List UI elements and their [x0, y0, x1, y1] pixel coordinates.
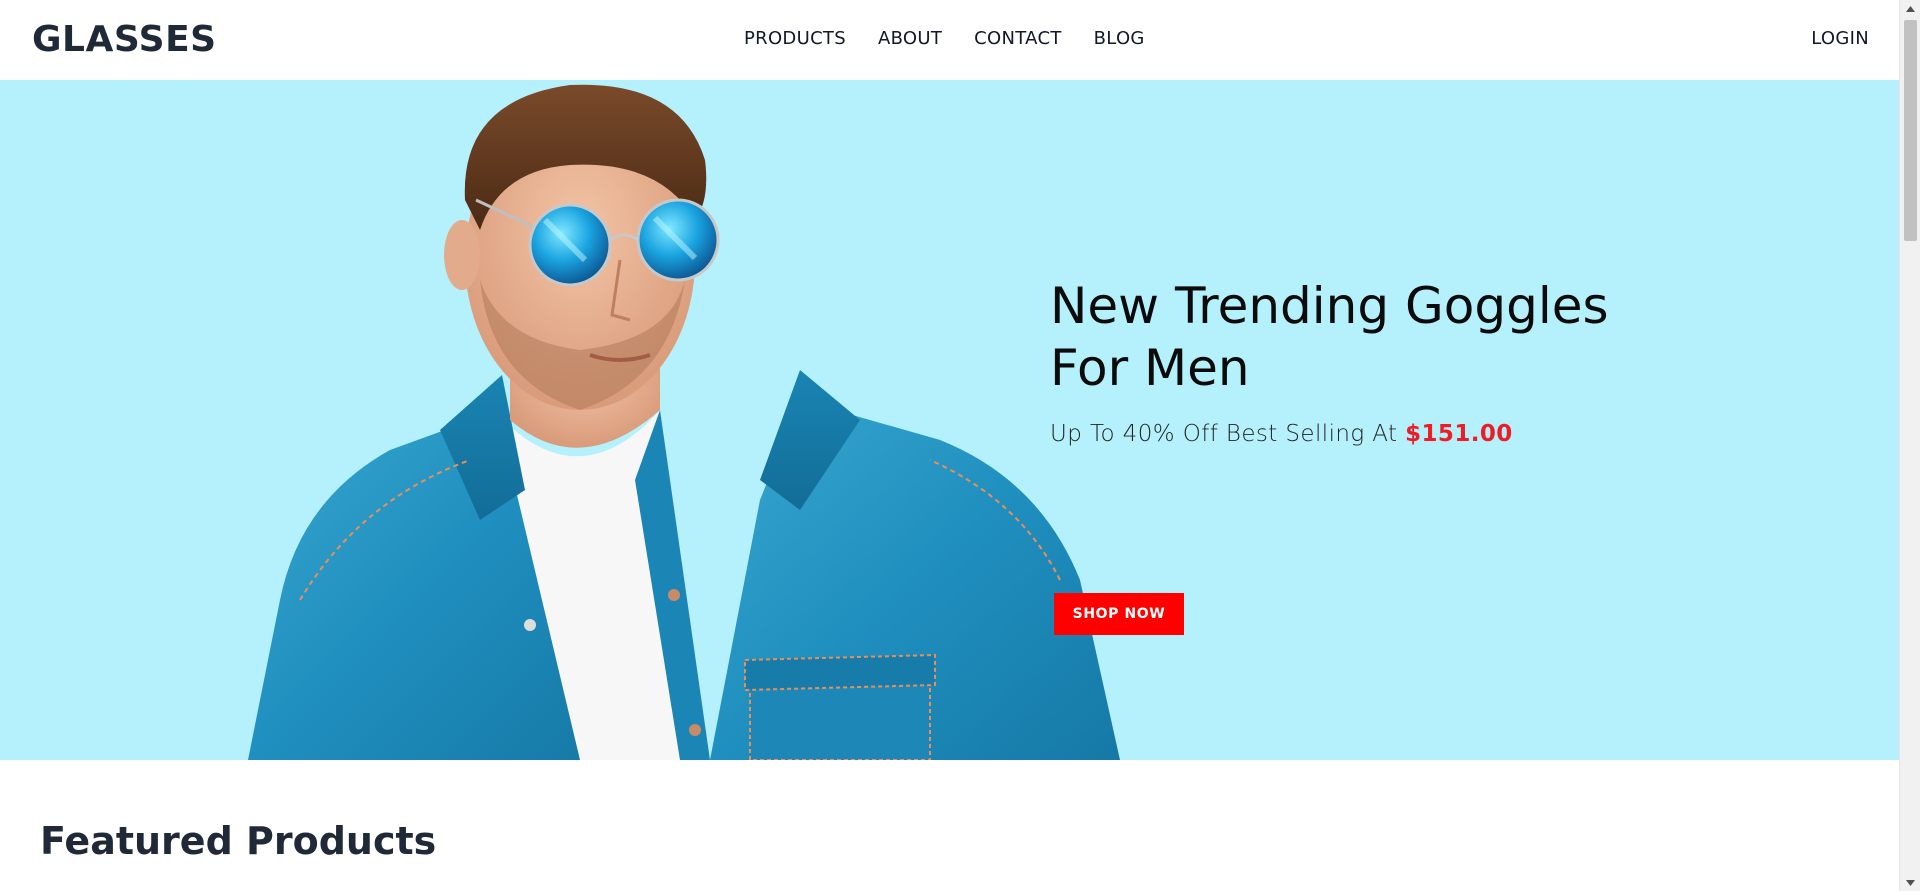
featured-products-heading: Featured Products — [40, 819, 437, 863]
hero-banner: New Trending Goggles For Men Up To 40% O… — [0, 80, 1899, 760]
page-content: GLASSES PRODUCTS ABOUT CONTACT BLOG LOGI… — [0, 0, 1899, 891]
hero-title-line-2: For Men — [1050, 339, 1250, 397]
nav-item-blog[interactable]: BLOG — [1094, 27, 1145, 51]
vertical-scrollbar[interactable] — [1899, 0, 1920, 891]
hero-subtitle-text: Up To 40% Off Best Selling At — [1050, 421, 1398, 447]
scrollbar-thumb[interactable] — [1904, 20, 1917, 241]
hero-title: New Trending Goggles For Men — [1050, 275, 1670, 399]
hero-price: $151.00 — [1405, 421, 1513, 447]
man-with-sunglasses-photo — [248, 84, 1120, 760]
page: GLASSES PRODUCTS ABOUT CONTACT BLOG LOGI… — [0, 0, 1920, 891]
nav-item-contact[interactable]: CONTACT — [974, 27, 1061, 51]
hero-title-line-1: New Trending Goggles — [1050, 277, 1609, 335]
hero-subtitle: Up To 40% Off Best Selling At $151.00 — [1050, 421, 1670, 447]
shop-now-button[interactable]: SHOP NOW — [1054, 593, 1184, 635]
site-header: GLASSES PRODUCTS ABOUT CONTACT BLOG LOGI… — [0, 0, 1899, 80]
nav-item-about[interactable]: ABOUT — [878, 27, 942, 51]
login-link[interactable]: LOGIN — [1811, 27, 1869, 51]
main-nav: PRODUCTS ABOUT CONTACT BLOG — [744, 27, 1145, 51]
nav-item-products[interactable]: PRODUCTS — [744, 27, 846, 51]
hero-text-block: New Trending Goggles For Men Up To 40% O… — [1050, 275, 1670, 635]
site-logo[interactable]: GLASSES — [32, 18, 217, 62]
scroll-down-arrow-icon[interactable] — [1900, 874, 1920, 891]
scroll-up-arrow-icon[interactable] — [1900, 0, 1920, 17]
